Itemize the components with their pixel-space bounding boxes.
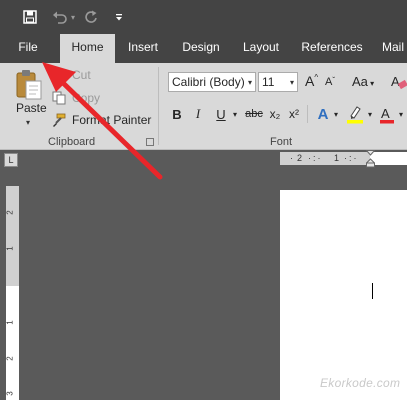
shrink-font-caret-icon: ˇ [332, 76, 336, 85]
ruler-number: 1 [5, 246, 15, 251]
strikethrough-button[interactable]: abc [244, 103, 264, 125]
paste-dropdown-icon[interactable]: ▾ [26, 118, 30, 127]
undo-icon[interactable] [50, 7, 70, 27]
watermark: Ekorkode.com [320, 376, 401, 390]
clipboard-group-label: Clipboard [48, 136, 96, 148]
change-case-button[interactable]: Aa ▾ [352, 74, 374, 89]
tab-selector[interactable]: L [4, 153, 18, 167]
copy-label: Copy [72, 91, 101, 105]
text-effects-dropdown-icon[interactable]: ▾ [332, 103, 340, 125]
tab-mailings[interactable]: Mail [378, 34, 407, 63]
text-cursor [372, 283, 373, 299]
shrink-font-button[interactable]: Aˇ [325, 76, 335, 88]
paintbrush-icon [52, 113, 68, 127]
underline-button[interactable]: U [214, 103, 228, 125]
quick-access-toolbar: ▾ [0, 0, 407, 34]
ribbon: Paste ▾ Cut Copy Format Painter Clipboar… [0, 63, 407, 150]
save-icon[interactable] [20, 7, 40, 27]
tab-file[interactable]: File [8, 34, 48, 63]
tab-design[interactable]: Design [176, 34, 226, 63]
ruler-number: 1 [334, 153, 340, 163]
superscript-button[interactable]: x² [287, 103, 301, 125]
ruler-top-margin [6, 186, 19, 286]
italic-button[interactable]: I [192, 103, 204, 125]
customize-qat-icon[interactable] [112, 7, 126, 27]
tab-insert[interactable]: Insert [120, 34, 166, 63]
font-name-box[interactable]: Calibri (Body) [168, 72, 256, 92]
horizontal-ruler[interactable]: · 2 ·:· 1 ·:· [280, 152, 407, 165]
clear-formatting-icon[interactable]: A [390, 72, 407, 92]
ruler-number: 2 [5, 356, 15, 361]
ribbon-tabs: File Home Insert Design Layout Reference… [0, 34, 407, 63]
ruler-number: 1 [5, 320, 15, 325]
tab-references[interactable]: References [298, 34, 366, 63]
button-separator [307, 105, 308, 123]
font-color-icon[interactable]: A [378, 103, 396, 125]
ruler-number: 2 [297, 153, 303, 163]
paste-button-label[interactable]: Paste [16, 101, 47, 115]
vertical-ruler[interactable]: 2 1 1 2 3 [6, 186, 19, 400]
svg-text:A: A [391, 74, 400, 89]
grow-font-caret-icon: ^ [314, 73, 319, 82]
redo-icon[interactable] [82, 7, 100, 27]
font-size-dropdown-icon[interactable]: ▾ [286, 72, 298, 92]
format-painter-button[interactable]: Format Painter [52, 112, 151, 128]
ruler-tick-dots: · [290, 153, 293, 163]
clipboard-launcher-icon[interactable] [146, 138, 154, 146]
change-case-dropdown-icon: ▾ [367, 79, 375, 88]
bold-button[interactable]: B [170, 103, 184, 125]
font-name-dropdown-icon[interactable]: ▾ [244, 72, 256, 92]
group-separator [158, 67, 159, 145]
paste-icon[interactable] [14, 69, 44, 101]
font-color-dropdown-icon[interactable]: ▾ [397, 103, 405, 125]
highlight-dropdown-icon[interactable]: ▾ [366, 103, 374, 125]
ruler-number: 2 [5, 210, 15, 215]
subscript-button[interactable]: x₂ [268, 103, 282, 125]
font-group-label: Font [270, 136, 293, 148]
underline-dropdown-icon[interactable]: ▾ [230, 103, 240, 125]
cut-label: Cut [72, 68, 91, 82]
ruler-tick-dots: ·:· [344, 153, 359, 163]
undo-dropdown-icon[interactable]: ▾ [68, 7, 78, 27]
format-painter-label: Format Painter [72, 113, 152, 127]
text-effects-button[interactable]: A [315, 103, 331, 125]
cut-button[interactable]: Cut [52, 67, 91, 83]
ruler-tick-dots: ·:· [308, 153, 323, 163]
highlight-icon[interactable] [345, 103, 365, 125]
scissors-icon [52, 68, 68, 82]
tab-layout[interactable]: Layout [236, 34, 286, 63]
svg-text:A: A [381, 106, 390, 121]
copy-icon [52, 91, 68, 105]
indent-marker-icon[interactable] [365, 150, 376, 168]
grow-font-button[interactable]: A^ [305, 73, 318, 89]
document-page[interactable] [280, 190, 407, 400]
copy-button[interactable]: Copy [52, 90, 100, 106]
tab-home[interactable]: Home [60, 34, 115, 63]
ruler-number: 3 [5, 391, 15, 396]
